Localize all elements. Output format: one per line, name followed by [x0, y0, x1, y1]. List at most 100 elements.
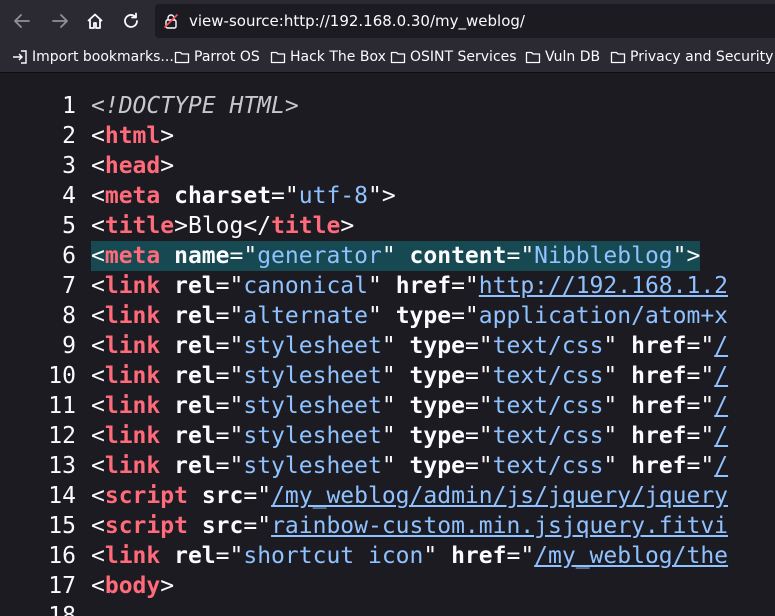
code-token: link	[104, 393, 161, 419]
code-token: </	[243, 213, 272, 239]
bookmark-vuln-db[interactable]: Vuln DB	[525, 48, 600, 66]
home-icon	[87, 13, 103, 29]
code-token: type	[409, 393, 465, 419]
bookmark-privacy-and-security[interactable]: Privacy and Security	[610, 48, 773, 66]
bookmark-hack-the-box[interactable]: Hack The Box	[270, 48, 386, 66]
source-link[interactable]: /	[714, 423, 728, 449]
source-link[interactable]: rainbow-custom.min.jsjquery.fitvi	[271, 513, 728, 539]
code-token: <	[91, 153, 105, 179]
import-icon	[13, 50, 27, 64]
line-number: 5	[62, 213, 76, 239]
source-link[interactable]: /	[714, 333, 728, 359]
code-token: <	[91, 333, 105, 359]
code-token: "	[381, 243, 410, 269]
code-token: text/css	[492, 423, 604, 449]
code-token: "	[381, 363, 410, 389]
code-token: "	[603, 423, 632, 449]
code-token: canonical	[243, 273, 368, 299]
code-token: href	[395, 273, 452, 299]
line-code: <head>	[91, 151, 174, 181]
address-bar[interactable]: view-source:http://192.168.0.30/my_weblo…	[155, 4, 775, 38]
code-token: ="	[215, 333, 244, 359]
source-link[interactable]: /my_weblog/the	[534, 543, 728, 569]
source-link[interactable]: http://192.168.1.2	[479, 273, 728, 299]
code-token: name	[174, 243, 230, 269]
bookmark-osint-services[interactable]: OSINT Services	[390, 48, 517, 66]
code-token: content	[409, 243, 507, 269]
code-token: stylesheet	[243, 453, 382, 479]
line-code: <script src="/my_weblog/admin/js/jquery/…	[91, 481, 728, 511]
code-token: ="	[464, 393, 493, 419]
code-token: <!DOCTYPE HTML>	[91, 93, 299, 119]
insecure-lock-icon[interactable]	[163, 13, 179, 29]
line-code: <link rel="stylesheet" type="text/css" h…	[91, 361, 728, 391]
line-number: 17	[48, 573, 76, 599]
home-button[interactable]	[81, 7, 109, 35]
code-token: type	[395, 303, 452, 329]
code-token: alternate	[243, 303, 368, 329]
code-token: "	[603, 393, 632, 419]
forward-button[interactable]	[46, 7, 74, 35]
line-code: <html>	[91, 121, 174, 151]
source-line: 9 <link rel="stylesheet" type="text/css" …	[0, 331, 775, 361]
source-link[interactable]: /	[714, 453, 728, 479]
code-token: "	[423, 543, 452, 569]
code-token: ="	[215, 303, 244, 329]
source-line: 16 <link rel="shortcut icon" href="/my_we…	[0, 541, 775, 571]
bookmark-label: Hack The Box	[290, 49, 386, 65]
code-token: link	[104, 363, 161, 389]
line-code: <title>Blog</title>	[91, 211, 354, 241]
code-token: <	[91, 273, 105, 299]
line-code: <body>	[91, 571, 174, 601]
source-link[interactable]: /	[714, 393, 728, 419]
code-token: link	[104, 423, 161, 449]
bookmark-import[interactable]: Import bookmarks...	[12, 48, 174, 66]
code-token: meta	[104, 243, 161, 269]
line-number: 13	[48, 453, 76, 479]
line-number: 3	[62, 153, 76, 179]
source-line: 6 <meta name="generator" content="Nibbleb…	[0, 241, 775, 271]
code-token: rel	[174, 303, 216, 329]
source-line: 12 <link rel="stylesheet" type="text/css"…	[0, 421, 775, 451]
source-line: 2 <html>	[0, 121, 775, 151]
code-token: Blog	[187, 213, 244, 239]
code-token: head	[104, 153, 161, 179]
code-token: ="	[451, 303, 479, 329]
reload-button[interactable]	[117, 7, 145, 35]
line-code: <!DOCTYPE HTML>	[91, 91, 299, 121]
code-token: src	[201, 513, 244, 539]
line-number: 11	[48, 393, 76, 419]
line-code: <meta charset="utf-8">	[91, 181, 396, 211]
code-token: ="	[215, 393, 244, 419]
source-link[interactable]: /	[714, 363, 728, 389]
source-line: 17 <body>	[0, 571, 775, 601]
url-text[interactable]: view-source:http://192.168.0.30/my_weblo…	[189, 12, 525, 30]
code-token: <	[91, 423, 105, 449]
code-token: rel	[174, 393, 216, 419]
forward-arrow-icon	[52, 14, 68, 28]
code-token: ="	[464, 363, 493, 389]
line-number: 4	[62, 183, 76, 209]
bookmark-parrot-os[interactable]: Parrot OS	[174, 48, 260, 66]
line-number: 2	[62, 123, 76, 149]
line-code: <link rel="stylesheet" type="text/css" h…	[91, 451, 728, 481]
back-button[interactable]	[8, 7, 36, 35]
code-token: <	[91, 213, 105, 239]
code-token: href	[631, 423, 687, 449]
source-line: 3 <head>	[0, 151, 775, 181]
source-link[interactable]: /my_weblog/admin/js/jquery/jquery	[271, 483, 728, 509]
bookmark-label: Parrot OS	[194, 49, 260, 65]
code-token: html	[104, 123, 161, 149]
code-token: "	[381, 333, 410, 359]
code-token: type	[409, 333, 465, 359]
code-token: stylesheet	[243, 393, 382, 419]
line-number: 12	[48, 423, 76, 449]
